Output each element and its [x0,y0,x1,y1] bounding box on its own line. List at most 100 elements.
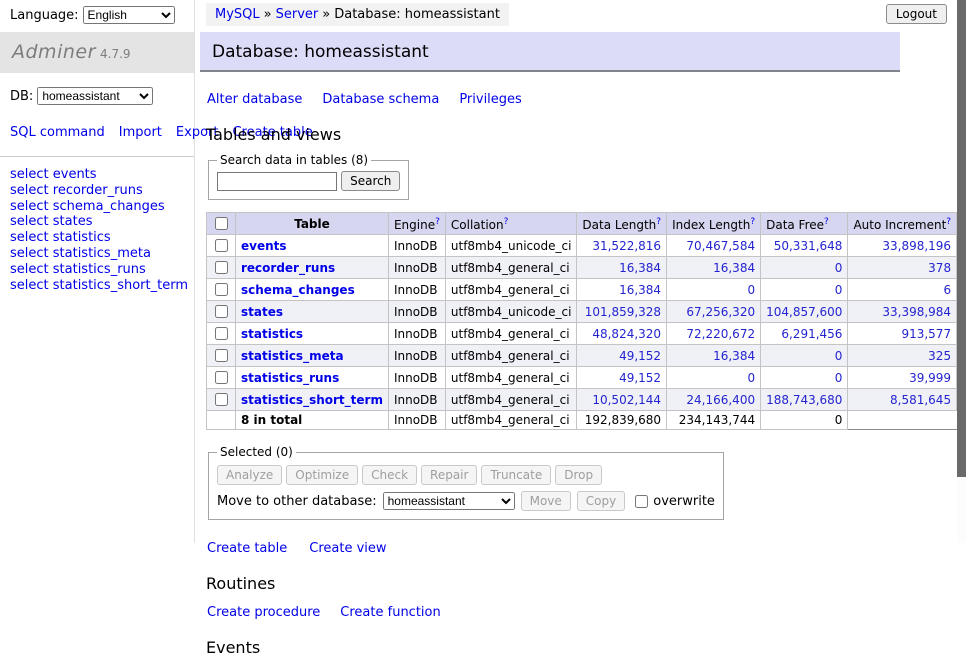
data-free-cell-link[interactable]: 104,857,600 [766,305,842,319]
sidebar: Language:English Adminer 4.7.9 DB:homeas… [0,0,195,543]
data-free-cell: 6,291,456 [761,323,848,345]
language-select[interactable]: English [83,6,175,24]
column-help-link-auto-increment[interactable]: ? [946,217,951,227]
data-free-cell-link[interactable]: 188,743,680 [766,393,842,407]
create-view-link[interactable]: Create view [309,541,386,556]
data-length-cell-link[interactable]: 31,522,816 [592,239,661,253]
data-free-cell-link[interactable]: 0 [835,349,843,363]
sidebar-select-states[interactable]: select states [10,214,194,230]
index-length-cell: 0 [667,367,761,389]
check-button[interactable]: Check [362,465,417,485]
breadcrumb-server-link[interactable]: Server [276,7,319,22]
table-link-statistics[interactable]: statistics [241,327,303,341]
data-length-cell-link[interactable]: 101,859,328 [585,305,661,319]
auto-increment-cell-link[interactable]: 33,898,196 [882,239,951,253]
privileges-link[interactable]: Privileges [459,92,522,107]
auto-increment-cell-link[interactable]: 8,581,645 [890,393,951,407]
search-button[interactable]: Search [341,171,400,191]
sidebar-divider [0,156,194,157]
auto-increment-cell-link[interactable]: 325 [928,349,951,363]
data-free-cell-link[interactable]: 0 [835,283,843,297]
row-checkbox-statistics-short-term[interactable] [215,393,228,406]
auto-increment-cell-link[interactable]: 378 [928,261,951,275]
auto-increment-cell-link[interactable]: 39,999 [909,371,951,385]
alter-database-link[interactable]: Alter database [207,92,302,107]
column-help-link-collation[interactable]: ? [504,217,509,227]
data-length-cell-link[interactable]: 49,152 [619,349,661,363]
scrollbar-thumb[interactable] [957,0,966,477]
column-help-link-index-length[interactable]: ? [750,217,755,227]
data-length-cell-link[interactable]: 16,384 [619,261,661,275]
copy-button[interactable]: Copy [577,491,625,511]
overwrite-checkbox[interactable] [635,495,648,508]
sidebar-select-statistics[interactable]: select statistics [10,230,194,246]
move-db-select[interactable]: homeassistant [383,492,515,510]
index-length-cell-link[interactable]: 67,256,320 [686,305,755,319]
data-length-cell-link[interactable]: 48,824,320 [592,327,661,341]
data-length-cell-link[interactable]: 10,502,144 [592,393,661,407]
search-input[interactable] [217,172,337,191]
index-length-cell-link[interactable]: 24,166,400 [686,393,755,407]
data-free-cell-link[interactable]: 0 [835,371,843,385]
create-table-link[interactable]: Create table [207,541,287,556]
logout-button[interactable]: Logout [886,4,947,24]
drop-button[interactable]: Drop [555,465,602,485]
row-checkbox-recorder-runs[interactable] [215,261,228,274]
sidebar-action-import[interactable]: Import [119,125,162,140]
row-checkbox-statistics-runs[interactable] [215,371,228,384]
row-checkbox-events[interactable] [215,239,228,252]
data-length-cell-link[interactable]: 16,384 [619,283,661,297]
auto-increment-cell-link[interactable]: 6 [943,283,951,297]
breadcrumb-mysql-link[interactable]: MySQL [215,7,260,22]
row-checkbox-states[interactable] [215,305,228,318]
index-length-cell-link[interactable]: 0 [747,283,755,297]
table-link-statistics-runs[interactable]: statistics_runs [241,371,339,385]
create-function-link[interactable]: Create function [340,605,440,620]
sidebar-select-recorder-runs[interactable]: select recorder_runs [10,183,194,199]
index-length-cell-link[interactable]: 16,384 [713,349,755,363]
analyze-button[interactable]: Analyze [217,465,282,485]
index-length-cell-link[interactable]: 16,384 [713,261,755,275]
row-checkbox-statistics[interactable] [215,327,228,340]
table-link-statistics-meta[interactable]: statistics_meta [241,349,344,363]
table-link-events[interactable]: events [241,239,287,253]
vertical-scrollbar[interactable] [957,0,966,543]
sidebar-select-statistics-runs[interactable]: select statistics_runs [10,262,194,278]
data-free-cell-link[interactable]: 6,291,456 [781,327,842,341]
data-free-cell-link[interactable]: 50,331,648 [774,239,843,253]
column-help-link-data-free[interactable]: ? [824,217,829,227]
data-free-cell: 0 [761,345,848,367]
engine-cell: InnoDB [388,367,445,389]
auto-increment-cell-link[interactable]: 33,398,984 [882,305,951,319]
truncate-button[interactable]: Truncate [481,465,551,485]
sidebar-select-statistics-short-term[interactable]: select statistics_short_term [10,278,194,294]
auto-increment-cell-link[interactable]: 913,577 [901,327,951,341]
row-checkbox-schema-changes[interactable] [215,283,228,296]
column-help-link-data-length[interactable]: ? [656,217,661,227]
sidebar-select-schema-changes[interactable]: select schema_changes [10,199,194,215]
data-length-cell-link[interactable]: 49,152 [619,371,661,385]
db-select[interactable]: homeassistant [37,87,153,105]
index-length-cell-link[interactable]: 70,467,584 [686,239,755,253]
table-link-schema-changes[interactable]: schema_changes [241,283,355,297]
column-help-link-engine[interactable]: ? [435,217,440,227]
table-link-states[interactable]: states [241,305,283,319]
table-link-statistics-short-term[interactable]: statistics_short_term [241,393,383,407]
database-schema-link[interactable]: Database schema [322,92,439,107]
table-link-recorder-runs[interactable]: recorder_runs [241,261,335,275]
row-checkbox-statistics-meta[interactable] [215,349,228,362]
move-button[interactable]: Move [521,491,571,511]
create-procedure-link[interactable]: Create procedure [207,605,320,620]
repair-button[interactable]: Repair [421,465,477,485]
index-length-cell-link[interactable]: 0 [747,371,755,385]
data-free-cell-link[interactable]: 0 [835,261,843,275]
sidebar-select-statistics-meta[interactable]: select statistics_meta [10,246,194,262]
index-length-cell-link[interactable]: 72,220,672 [686,327,755,341]
sidebar-select-events[interactable]: select events [10,167,194,183]
select-all-header-cell [207,213,236,235]
optimize-button[interactable]: Optimize [286,465,358,485]
engine-cell: InnoDB [388,301,445,323]
sidebar-action-sql-command[interactable]: SQL command [10,125,105,140]
index-length-cell: 70,467,584 [667,235,761,257]
select-all-checkbox[interactable] [215,217,228,230]
